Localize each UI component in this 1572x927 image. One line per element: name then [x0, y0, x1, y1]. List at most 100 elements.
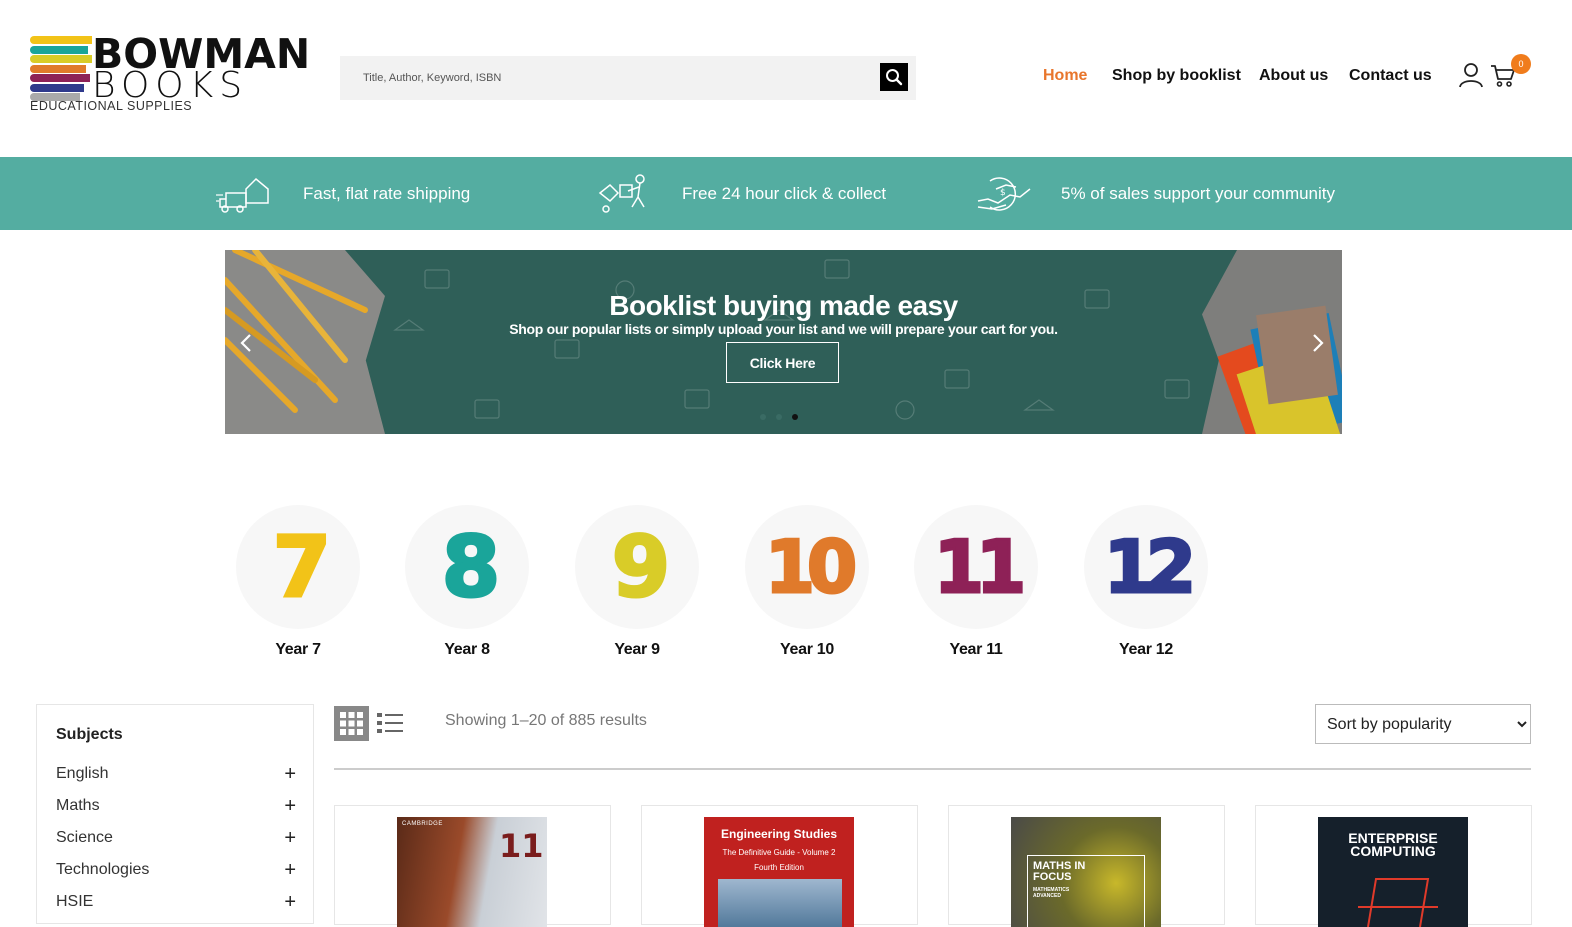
year-11-link[interactable]: 11 Year 11 — [914, 505, 1038, 659]
sidebar-item-label: HSIE — [56, 893, 94, 910]
nav-shop-by-booklist[interactable]: Shop by booklist — [1112, 67, 1241, 85]
logo-tagline: EDUCATIONAL SUPPLIES — [30, 99, 193, 113]
product-cover-edition: Fourth Edition — [754, 863, 804, 872]
year-8-label: Year 8 — [444, 641, 490, 658]
results-count: Showing 1–20 of 885 results — [445, 712, 647, 729]
features-strip: Fast, flat rate shipping Free 24 hour cl… — [0, 157, 1572, 230]
shipping-truck-icon — [216, 177, 269, 213]
year-11-badge: 11 — [914, 505, 1038, 629]
sidebar-item-label: English — [56, 765, 109, 782]
product-cover-image[interactable]: CAMBRIDGE 11 — [397, 817, 547, 927]
nav-contact-us[interactable]: Contact us — [1349, 67, 1432, 85]
year-10-number: 10 — [763, 525, 858, 609]
community-handshake-icon: $ — [977, 176, 1031, 211]
year-7-label: Year 7 — [275, 641, 321, 658]
banner-dot-active[interactable] — [792, 414, 798, 420]
sidebar-item-label: Technologies — [56, 861, 150, 878]
sidebar-item-technologies[interactable]: Technologies + — [56, 859, 296, 885]
nav-home[interactable]: Home — [1043, 67, 1087, 85]
search-bar — [340, 56, 916, 100]
sidebar-item-english[interactable]: English + — [56, 763, 296, 789]
product-card[interactable]: MATHS IN FOCUS MATHEMATICS ADVANCED — [948, 805, 1225, 927]
search-input[interactable] — [340, 56, 870, 100]
chevron-left-icon — [240, 334, 251, 352]
account-icon[interactable] — [1459, 62, 1483, 88]
year-11-label: Year 11 — [949, 641, 1003, 658]
logo-stripes — [30, 36, 92, 102]
year-10-badge: 10 — [745, 505, 869, 629]
cover-hash-graphic — [1358, 878, 1438, 927]
feature-shipping-text: Fast, flat rate shipping — [303, 183, 471, 203]
sidebar-item-science[interactable]: Science + — [56, 827, 296, 853]
product-card[interactable]: ENTERPRISE COMPUTING — [1255, 805, 1532, 927]
search-button[interactable] — [880, 63, 908, 91]
year-8-number: 8 — [440, 518, 502, 616]
year-8-badge: 8 — [405, 505, 529, 629]
product-cover-image[interactable]: ENTERPRISE COMPUTING — [1318, 817, 1468, 927]
grid-view-button[interactable] — [334, 706, 369, 741]
cart-count-badge: 0 — [1511, 54, 1531, 74]
year-11-number: 11 — [932, 525, 1027, 609]
toolbar-divider — [334, 768, 1531, 770]
product-cover-image[interactable]: MATHS IN FOCUS MATHEMATICS ADVANCED — [1011, 817, 1161, 927]
expand-plus-icon[interactable]: + — [284, 859, 296, 882]
banner-title: Booklist buying made easy — [609, 290, 958, 321]
svg-text:$: $ — [1000, 188, 1006, 198]
product-cover-title: Engineering Studies — [720, 827, 837, 841]
product-publisher: CAMBRIDGE — [402, 821, 443, 827]
feature-community: $ 5% of sales support your community — [976, 157, 1335, 230]
year-10-label: Year 10 — [780, 641, 834, 658]
year-7-number: 7 — [271, 518, 333, 616]
year-12-link[interactable]: 12 Year 12 — [1084, 505, 1208, 659]
year-10-link[interactable]: 10 Year 10 — [745, 505, 869, 659]
bowman-books-logo[interactable]: BOWMAN BOOKS EDUCATIONAL SUPPLIES — [30, 32, 310, 116]
feature-shipping: Fast, flat rate shipping — [216, 157, 470, 230]
list-view-button[interactable] — [374, 707, 406, 739]
banner-subtitle: Shop our popular lists or simply upload … — [509, 321, 1058, 337]
year-9-number: 9 — [610, 518, 672, 616]
feature-click-collect-text: Free 24 hour click & collect — [682, 183, 887, 203]
expand-plus-icon[interactable]: + — [284, 891, 296, 914]
site-header: BOWMAN BOOKS EDUCATIONAL SUPPLIES Home S… — [0, 0, 1572, 157]
feature-community-text: 5% of sales support your community — [1061, 183, 1336, 203]
expand-plus-icon[interactable]: + — [284, 827, 296, 850]
banner-dot[interactable] — [776, 414, 782, 420]
grid-icon — [340, 712, 363, 735]
nav-about-us[interactable]: About us — [1259, 67, 1328, 85]
expand-plus-icon[interactable]: + — [284, 795, 296, 818]
product-cover-number: 11 — [499, 827, 544, 865]
sidebar-item-label: Science — [56, 829, 113, 846]
sidebar-item-label: Maths — [56, 797, 100, 814]
product-cover-subtitle: MATHEMATICS ADVANCED — [1033, 887, 1070, 899]
sort-select[interactable]: Sort by popularity — [1315, 704, 1531, 744]
year-9-badge: 9 — [575, 505, 699, 629]
year-12-number: 12 — [1102, 525, 1197, 609]
feature-click-collect: Free 24 hour click & collect — [598, 157, 886, 230]
click-collect-icon — [598, 173, 645, 213]
expand-plus-icon[interactable]: + — [284, 763, 296, 786]
year-7-link[interactable]: 7 Year 7 — [236, 505, 360, 659]
sidebar-title: Subjects — [56, 726, 123, 743]
banner-dot[interactable] — [760, 414, 766, 420]
year-12-badge: 12 — [1084, 505, 1208, 629]
sidebar-item-hsie[interactable]: HSIE + — [56, 891, 296, 917]
year-7-badge: 7 — [236, 505, 360, 629]
product-cover-image[interactable]: Engineering Studies The Definitive Guide… — [704, 817, 854, 927]
year-9-label: Year 9 — [614, 641, 660, 658]
chevron-right-icon — [1313, 334, 1324, 352]
product-card[interactable]: Engineering Studies The Definitive Guide… — [641, 805, 918, 927]
banner-click-here-button[interactable]: Click Here — [726, 342, 839, 383]
product-card[interactable]: CAMBRIDGE 11 — [334, 805, 611, 927]
list-icon — [377, 713, 403, 733]
banner-prev-arrow[interactable] — [236, 330, 256, 356]
year-8-link[interactable]: 8 Year 8 — [405, 505, 529, 659]
product-cover-title: MATHS IN FOCUS — [1033, 860, 1086, 883]
subjects-sidebar: Subjects English + Maths + Science + Techno… — [36, 704, 314, 924]
year-9-link[interactable]: 9 Year 9 — [575, 505, 699, 659]
banner-next-arrow[interactable] — [1308, 330, 1328, 356]
banner-pagination — [760, 414, 798, 420]
search-icon — [886, 69, 903, 86]
product-cover-subtitle: The Definitive Guide - Volume 2 — [722, 848, 836, 857]
year-12-label: Year 12 — [1119, 641, 1173, 658]
sidebar-item-maths[interactable]: Maths + — [56, 795, 296, 821]
